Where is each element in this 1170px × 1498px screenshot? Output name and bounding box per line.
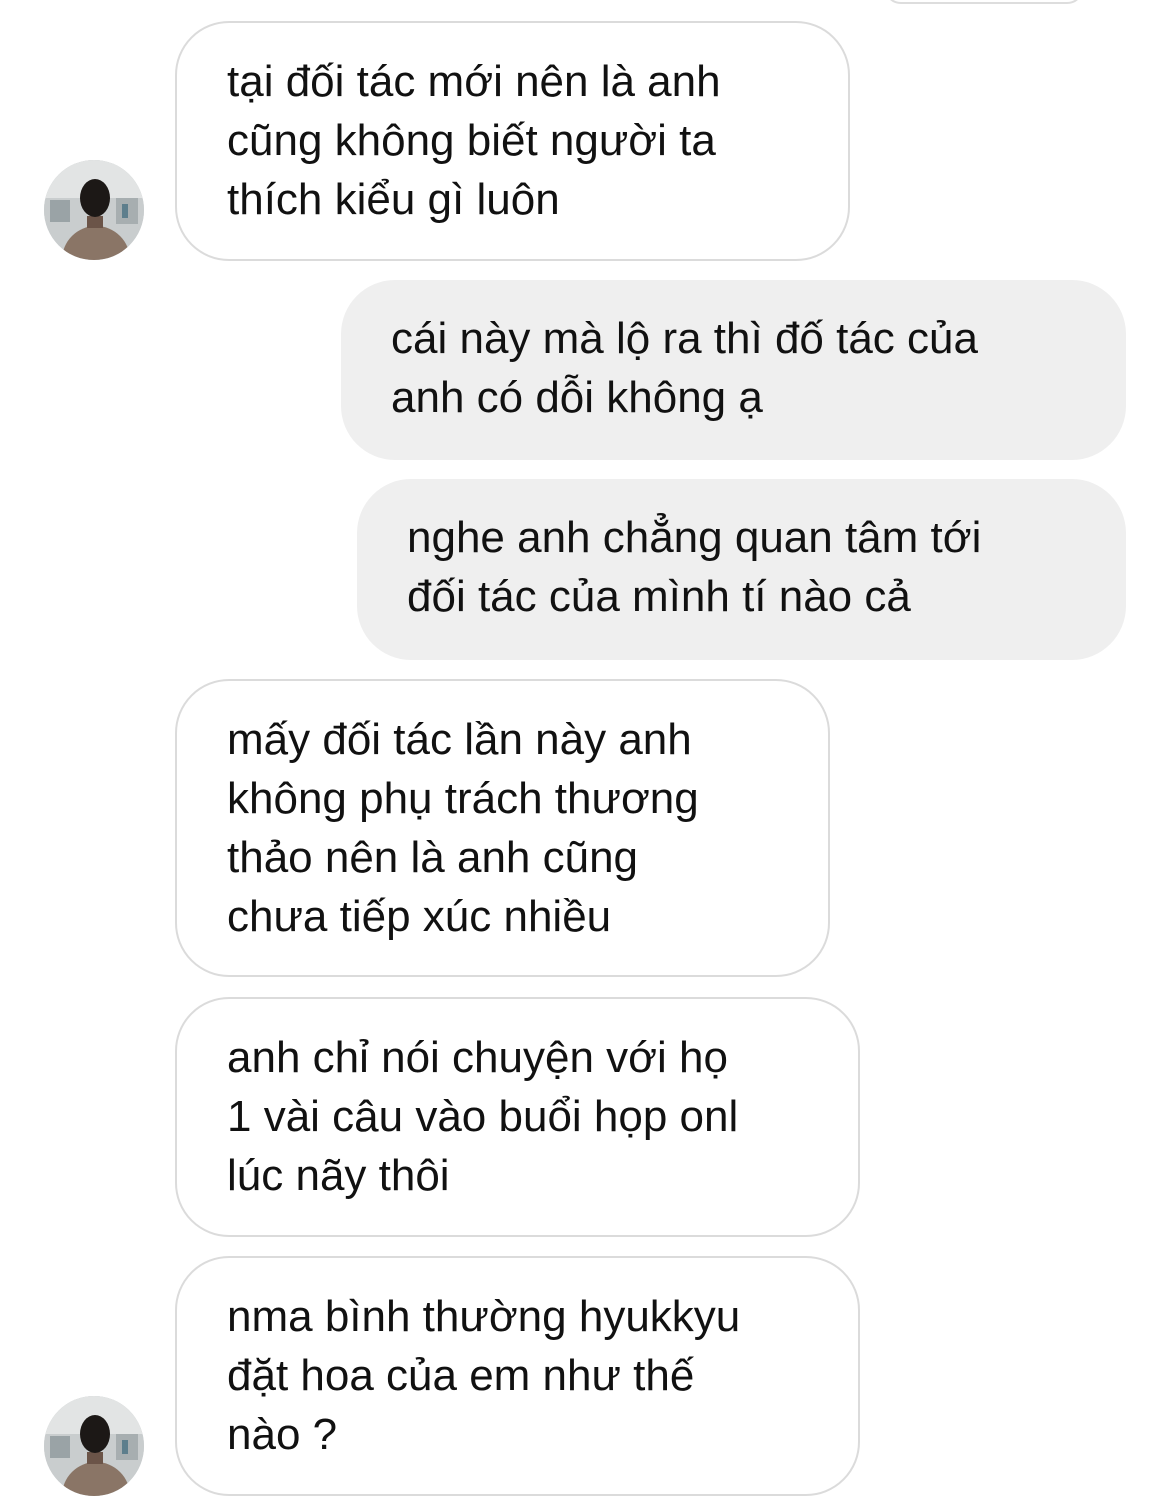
avatar-photo-icon: [44, 1396, 144, 1496]
previous-message-bubble-edge: [884, 0, 1084, 4]
outgoing-message-bubble[interactable]: nghe anh chẳng quan tâm tới đối tác của …: [357, 479, 1126, 660]
incoming-message-bubble[interactable]: tại đối tác mới nên là anh cũng không bi…: [175, 21, 850, 261]
outgoing-message-bubble[interactable]: cái này mà lộ ra thì đố tác của anh có d…: [341, 280, 1126, 460]
incoming-message-bubble[interactable]: mấy đối tác lần này anh không phụ trách …: [175, 679, 830, 977]
incoming-message-bubble[interactable]: nma bình thường hyukkyu đặt hoa của em n…: [175, 1256, 860, 1496]
avatar-photo-icon: [44, 160, 144, 260]
incoming-message-bubble[interactable]: anh chỉ nói chuyện với họ 1 vài câu vào …: [175, 997, 860, 1237]
contact-avatar-icon[interactable]: [44, 1396, 144, 1496]
contact-avatar-icon[interactable]: [44, 160, 144, 260]
